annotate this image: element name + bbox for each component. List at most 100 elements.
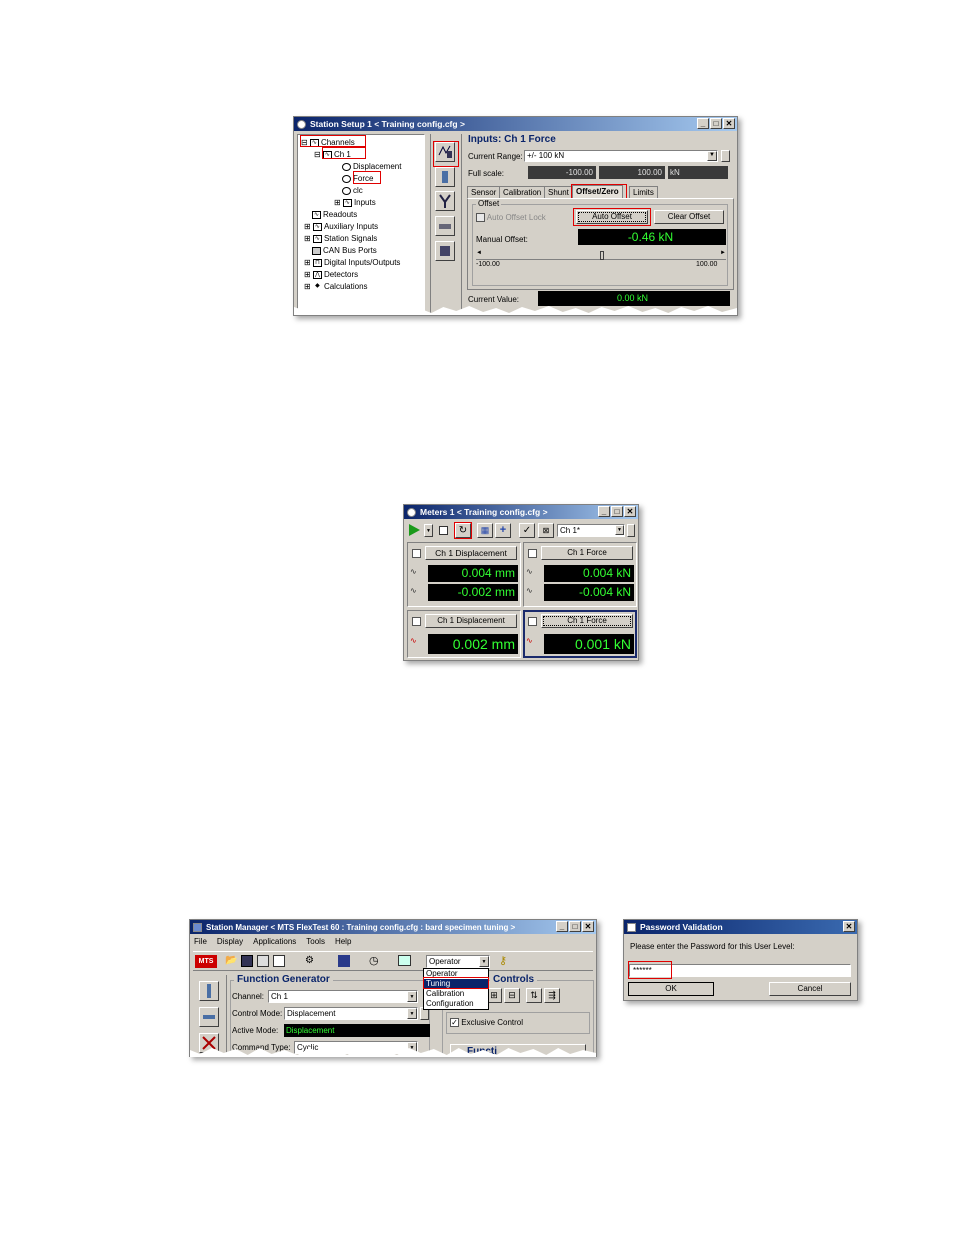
range-spinner[interactable] (721, 150, 730, 162)
reset-icon[interactable]: ↻ (455, 523, 471, 538)
option-calibration[interactable]: Calibration (424, 989, 488, 999)
cancel-button[interactable]: Cancel (769, 982, 851, 996)
meter-label-button[interactable]: Ch 1 Displacement (425, 614, 517, 628)
manual-offset-slider[interactable]: ◄ ► (476, 250, 726, 260)
tab-offset-zero[interactable]: Offset/Zero (572, 185, 623, 198)
meter-config-icon[interactable]: ⊠ (538, 523, 554, 538)
slider-left-icon[interactable]: ◄ (476, 250, 482, 256)
exclusive-control[interactable]: ✓ Exclusive Control (450, 1018, 523, 1028)
option-configuration[interactable]: Configuration (424, 999, 488, 1009)
fork-tool-icon[interactable] (435, 191, 455, 211)
meter-label-button[interactable]: Ch 1 Force (541, 546, 633, 560)
station-icon[interactable] (338, 955, 350, 967)
meters-titlebar[interactable]: Meters 1 < Training config.cfg > _ □ ✕ (404, 505, 638, 519)
chevron-down-icon[interactable]: ▼ (707, 151, 717, 161)
layout-icon[interactable]: ▦ (477, 523, 493, 538)
user-level-dropdown[interactable]: Operator Tuning Calibration Configuratio… (423, 968, 489, 1010)
reset-controls-icon[interactable]: ⇶ (544, 988, 560, 1003)
maximize-button[interactable]: □ (710, 118, 722, 129)
maximize-button[interactable]: □ (611, 506, 623, 517)
option-operator[interactable]: Operator (424, 969, 488, 979)
slider-right-icon[interactable]: ► (720, 250, 726, 256)
message-icon[interactable] (398, 955, 411, 966)
tab-calibration[interactable]: Calibration (499, 186, 546, 198)
clock-icon[interactable]: ◷ (369, 954, 379, 967)
stop-icon[interactable] (439, 526, 448, 535)
menu-applications[interactable]: Applications (253, 937, 296, 946)
tab-shunt[interactable]: Shunt (544, 186, 573, 198)
meter-checkbox[interactable] (412, 549, 421, 558)
inputs-tool-icon[interactable] (435, 142, 455, 162)
station-tree[interactable]: ⊟ ∿ Channels ⊟ ∿ Ch 1 Displacement Force c… (297, 134, 425, 315)
close-button[interactable]: ✕ (843, 921, 855, 932)
tree-displacement[interactable]: Displacement (342, 162, 401, 171)
preview-icon[interactable] (273, 955, 285, 967)
tab-limits[interactable]: Limits (629, 186, 658, 198)
play-dropdown-icon[interactable]: ▼ (424, 524, 433, 537)
auto-offset-button[interactable]: Auto Offset (576, 210, 648, 224)
menu-tools[interactable]: Tools (306, 937, 325, 946)
menu-help[interactable]: Help (335, 937, 351, 946)
tree-readouts[interactable]: ∿ Readouts (312, 210, 357, 219)
channel-select[interactable]: Ch 1 (268, 990, 418, 1003)
save-icon[interactable] (241, 955, 253, 967)
minimize-button[interactable]: _ (697, 118, 709, 129)
password-titlebar[interactable]: Password Validation ✕ (624, 920, 857, 934)
chevron-down-icon[interactable]: ▼ (479, 956, 489, 967)
checkbox[interactable] (476, 213, 485, 223)
tree-calculations[interactable]: ⊞ ◆ Calculations (304, 282, 368, 291)
maximize-button[interactable]: □ (569, 921, 581, 932)
key-icon[interactable]: ⚷ (499, 954, 507, 967)
minimize-button[interactable]: _ (556, 921, 568, 932)
select-spinner[interactable] (627, 524, 635, 537)
add-meter-icon[interactable]: + (495, 523, 511, 538)
clear-offset-button[interactable]: Clear Offset (654, 210, 724, 224)
swap-icon[interactable]: ⇅ (526, 988, 542, 1003)
meter-checkbox[interactable] (412, 617, 421, 626)
meter-label-button[interactable]: Ch 1 Displacement (425, 546, 517, 560)
interlock-icon[interactable]: ⊟ (504, 988, 520, 1003)
hpu-tool-icon[interactable] (435, 241, 455, 261)
specimen-icon[interactable] (199, 1007, 219, 1027)
tree-ch1[interactable]: ⊟ ∿ Ch 1 (314, 150, 351, 159)
checkmark-icon[interactable]: ✓ (519, 523, 535, 538)
chevron-down-icon[interactable]: ▼ (615, 525, 624, 535)
menu-display[interactable]: Display (217, 937, 243, 946)
close-button[interactable]: ✕ (723, 118, 735, 129)
tree-auxiliary-inputs[interactable]: ⊞ ∿ Auxiliary Inputs (304, 222, 378, 231)
tree-channels[interactable]: ⊟ ∿ Channels (301, 138, 355, 147)
meter-checkbox[interactable] (528, 617, 537, 626)
minimize-button[interactable]: _ (598, 506, 610, 517)
tree-force[interactable]: Force (342, 174, 373, 183)
station-manager-titlebar[interactable]: Station Manager < MTS FlexTest 60 : Trai… (190, 920, 596, 934)
control-mode-select[interactable]: Displacement (284, 1007, 418, 1020)
valve-tool-icon[interactable] (435, 216, 455, 236)
meter-label-button[interactable]: Ch 1 Force (541, 614, 633, 628)
checkbox-checked[interactable]: ✓ (450, 1018, 459, 1028)
password-input[interactable]: ****** (629, 964, 851, 977)
tree-station-signals[interactable]: ⊞ ∿ Station Signals (304, 234, 377, 243)
tree-digital-io[interactable]: ⊞ ⊓ Digital Inputs/Outputs (304, 258, 400, 267)
play-icon[interactable] (409, 524, 420, 536)
tree-detectors[interactable]: ⊞ ⋀ Detectors (304, 270, 358, 279)
chevron-down-icon[interactable]: ▼ (407, 1008, 417, 1019)
station-setup-titlebar[interactable]: Station Setup 1 < Training config.cfg > … (294, 117, 737, 131)
meter-checkbox[interactable] (528, 549, 537, 558)
tab-sensor[interactable]: Sensor (467, 186, 501, 198)
slider-thumb[interactable] (600, 251, 604, 260)
hydraulics-icon[interactable]: ⚙ (305, 955, 314, 966)
tree-clc[interactable]: clc (342, 186, 363, 195)
actuator-icon[interactable] (199, 981, 219, 1001)
menu-file[interactable]: File (194, 937, 207, 946)
actuator-tool-icon[interactable] (435, 167, 455, 187)
print-icon[interactable] (257, 955, 269, 967)
close-button[interactable]: ✕ (624, 506, 636, 517)
ok-button[interactable]: OK (628, 982, 714, 996)
close-button[interactable]: ✕ (582, 921, 594, 932)
option-tuning[interactable]: Tuning (424, 979, 488, 989)
tree-can-bus-ports[interactable]: CAN Bus Ports (312, 246, 377, 255)
current-range-select[interactable]: +/- 100 kN (524, 150, 718, 162)
chevron-down-icon[interactable]: ▼ (407, 991, 417, 1002)
tree-inputs[interactable]: ⊞ ∿ Inputs (334, 198, 376, 207)
open-icon[interactable]: 📂 (225, 955, 237, 966)
